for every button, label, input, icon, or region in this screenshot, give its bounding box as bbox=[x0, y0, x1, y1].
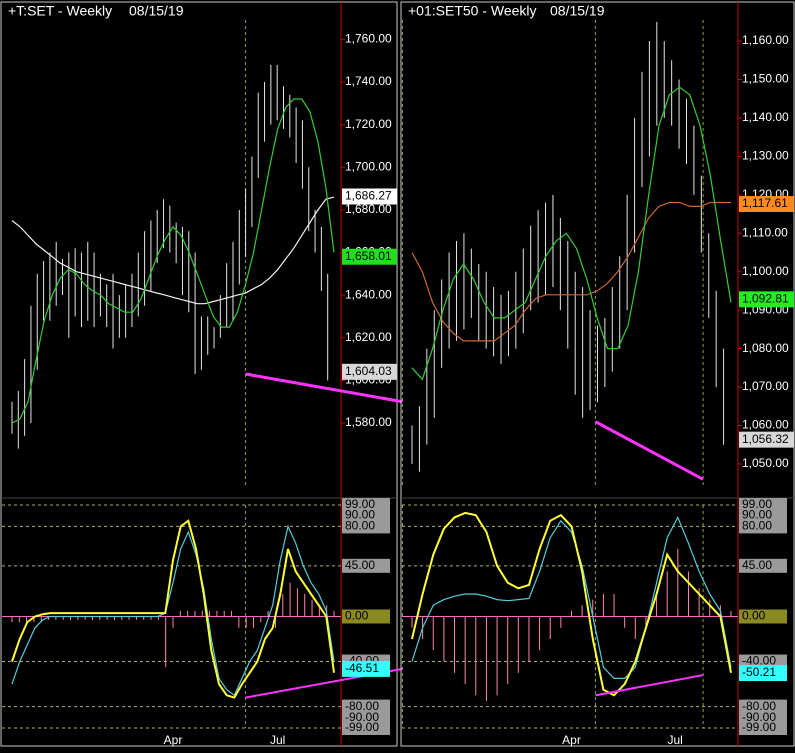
price-tick-label: 1,140.00 bbox=[742, 110, 789, 124]
price-tick-label: 1,620.00 bbox=[345, 330, 392, 344]
chart-canvas[interactable]: +T:SET - Weekly 08/15/19 1,760.00 1,740.00 1… bbox=[0, 0, 795, 748]
oscillator-tick-label: -99.00 bbox=[742, 720, 776, 734]
chart-title: +T:SET - Weekly bbox=[8, 3, 112, 19]
price-tick-label: 1,050.00 bbox=[742, 456, 789, 470]
x-axis-label: Apr bbox=[562, 733, 581, 747]
oscillator-value-label: -50.21 bbox=[742, 665, 776, 679]
price-tick-label: 1,720.00 bbox=[345, 117, 392, 131]
oscillator-tick-label: -99.00 bbox=[345, 720, 379, 734]
x-axis-label: Jul bbox=[270, 733, 285, 747]
price-tick-label: 1,580.00 bbox=[345, 415, 392, 429]
oscillator-tick-label: 45.00 bbox=[742, 558, 772, 572]
oscillator-tick-label: 0.00 bbox=[345, 609, 369, 623]
oscillator-tick-label: 45.00 bbox=[345, 558, 375, 572]
price-tick-label: 1,110.00 bbox=[742, 225, 788, 239]
price-tick-label: 1,060.00 bbox=[742, 418, 789, 432]
price-value-label: 1,686.27 bbox=[345, 189, 392, 203]
x-axis-label: Jul bbox=[668, 733, 683, 747]
price-tick-label: 1,100.00 bbox=[742, 264, 789, 278]
price-value-label: 1,658.01 bbox=[345, 249, 392, 263]
price-value-label: 1,604.03 bbox=[345, 364, 392, 378]
price-tick-label: 1,640.00 bbox=[345, 287, 392, 301]
price-tick-label: 1,700.00 bbox=[345, 159, 392, 173]
price-tick-label: 1,080.00 bbox=[742, 341, 789, 355]
price-tick-label: 1,760.00 bbox=[345, 31, 392, 45]
chart-date: 08/15/19 bbox=[129, 3, 184, 19]
oscillator-tick-label: 80.00 bbox=[345, 519, 375, 533]
chart-title: +01:SET50 - Weekly bbox=[408, 3, 537, 19]
x-axis-label: Apr bbox=[164, 733, 183, 747]
price-tick-label: 1,130.00 bbox=[742, 149, 789, 163]
chart-date: 08/15/19 bbox=[550, 3, 605, 19]
price-value-label: 1,117.61 bbox=[742, 196, 788, 210]
price-tick-label: 1,150.00 bbox=[742, 72, 789, 86]
oscillator-tick-label: 80.00 bbox=[742, 519, 772, 533]
oscillator-tick-label: 0.00 bbox=[742, 609, 766, 623]
price-tick-label: 1,740.00 bbox=[345, 74, 392, 88]
price-value-label: 1,092.81 bbox=[742, 292, 789, 306]
price-tick-label: 1,160.00 bbox=[742, 33, 789, 47]
dual-weekly-chart-window: +T:SET - Weekly 08/15/19 1,760.00 1,740.00 1… bbox=[0, 0, 795, 748]
price-tick-label: 1,070.00 bbox=[742, 379, 789, 393]
price-value-label: 1,056.32 bbox=[742, 432, 789, 446]
oscillator-value-label: -46.51 bbox=[345, 661, 379, 675]
